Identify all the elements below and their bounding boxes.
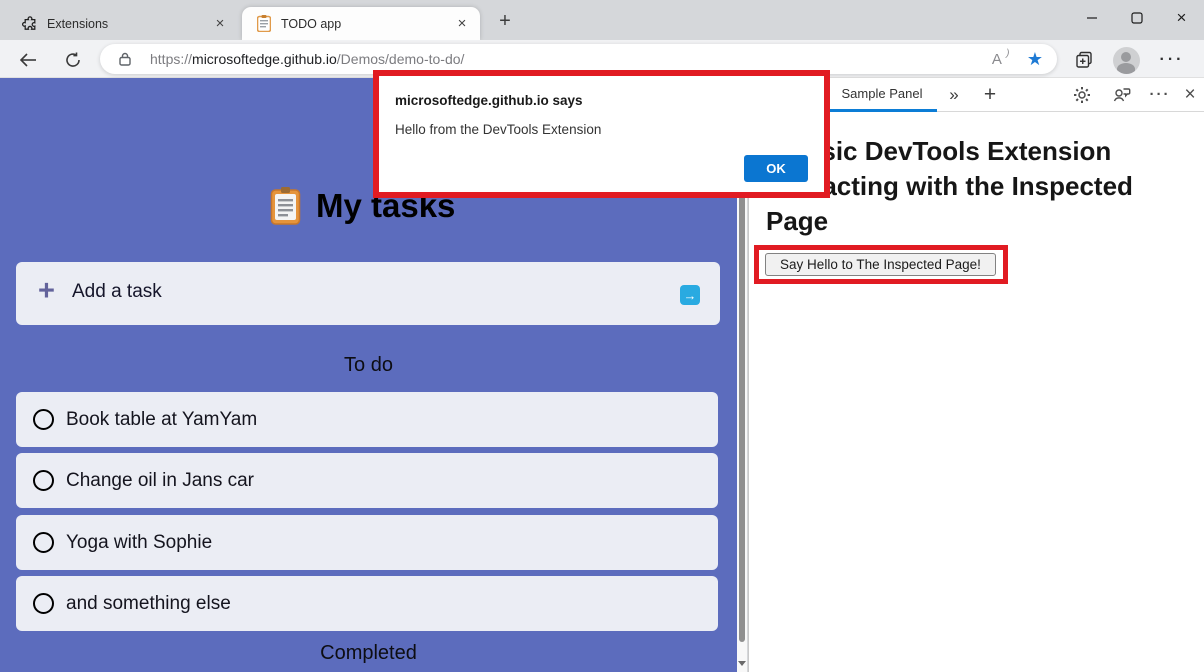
alert-dialog: microsoftedge.github.io says Hello from …	[373, 70, 830, 198]
refresh-button[interactable]	[60, 47, 85, 72]
tab-extensions[interactable]: Extensions ×	[8, 7, 238, 40]
tab-sample-panel[interactable]: Sample Panel	[827, 78, 937, 112]
dialog-message: Hello from the DevTools Extension	[395, 122, 601, 137]
clipboard-icon	[255, 15, 272, 32]
devtools-close-icon[interactable]: ×	[1177, 78, 1203, 111]
plus-icon: +	[38, 275, 55, 308]
tab-close-icon[interactable]: ×	[211, 15, 229, 33]
checkbox-circle-icon[interactable]	[33, 470, 54, 491]
lock-icon[interactable]	[119, 52, 131, 66]
more-tabs-chevron-icon[interactable]: »	[941, 78, 967, 111]
back-button[interactable]	[16, 47, 41, 72]
section-header-completed: Completed	[0, 642, 737, 665]
feedback-icon[interactable]	[1109, 78, 1135, 111]
todo-item-label: Change oil in Jans car	[66, 470, 254, 492]
tab-label: TODO app	[281, 17, 453, 31]
puzzle-icon	[21, 15, 38, 32]
url-path: /Demos/demo-to-do/	[337, 51, 465, 67]
clipboard-icon	[270, 186, 301, 226]
tab-close-icon[interactable]: ×	[453, 15, 471, 33]
tab-strip: Extensions × TODO app × +	[0, 0, 1204, 40]
checkbox-circle-icon[interactable]	[33, 532, 54, 553]
highlight-box: Say Hello to The Inspected Page!	[754, 245, 1008, 284]
settings-menu-icon[interactable]: ···	[1158, 46, 1186, 74]
add-panel-plus-icon[interactable]: +	[977, 78, 1003, 111]
settings-gear-icon[interactable]	[1069, 78, 1095, 111]
url-host: microsoftedge.github.io	[192, 51, 337, 67]
browser-window: Extensions × TODO app × +	[0, 0, 1204, 672]
close-window-button[interactable]: ×	[1159, 0, 1204, 35]
todo-item-label: Book table at YamYam	[66, 409, 257, 431]
read-aloud-icon[interactable]: A)	[992, 51, 1009, 68]
favorite-star-icon[interactable]: ★	[1027, 50, 1043, 68]
say-hello-button[interactable]: Say Hello to The Inspected Page!	[765, 253, 996, 276]
arrow-right-icon[interactable]: →	[680, 285, 700, 305]
tab-todo-app[interactable]: TODO app ×	[242, 7, 480, 40]
avatar	[1113, 47, 1140, 74]
section-header-todo: To do	[0, 354, 737, 377]
todo-item[interactable]: Yoga with Sophie	[16, 515, 718, 570]
add-task-field[interactable]: + Add a task →	[16, 262, 720, 325]
scroll-down-arrow-icon[interactable]	[738, 661, 746, 666]
add-task-label: Add a task	[72, 281, 162, 303]
ok-button[interactable]: OK	[744, 155, 808, 182]
window-controls: ×	[1069, 0, 1204, 35]
checkbox-circle-icon[interactable]	[33, 409, 54, 430]
new-tab-button[interactable]: +	[493, 9, 517, 33]
todo-item[interactable]: Change oil in Jans car	[16, 453, 718, 508]
todo-item-label: Yoga with Sophie	[66, 532, 212, 554]
checkbox-circle-icon[interactable]	[33, 593, 54, 614]
collections-icon[interactable]	[1070, 46, 1098, 74]
profile-avatar[interactable]	[1112, 46, 1140, 74]
maximize-button[interactable]	[1114, 0, 1159, 35]
minimize-button[interactable]	[1069, 0, 1114, 35]
devtools-more-options-icon[interactable]: ···	[1147, 78, 1173, 111]
dialog-title: microsoftedge.github.io says	[395, 93, 583, 108]
url-scheme: https://	[150, 51, 192, 67]
url-text: https://microsoftedge.github.io/Demos/de…	[150, 51, 464, 67]
tab-label: Extensions	[47, 17, 211, 31]
todo-item-label: and something else	[66, 593, 231, 615]
todo-item[interactable]: and something else	[16, 576, 718, 631]
todo-item[interactable]: Book table at YamYam	[16, 392, 718, 447]
